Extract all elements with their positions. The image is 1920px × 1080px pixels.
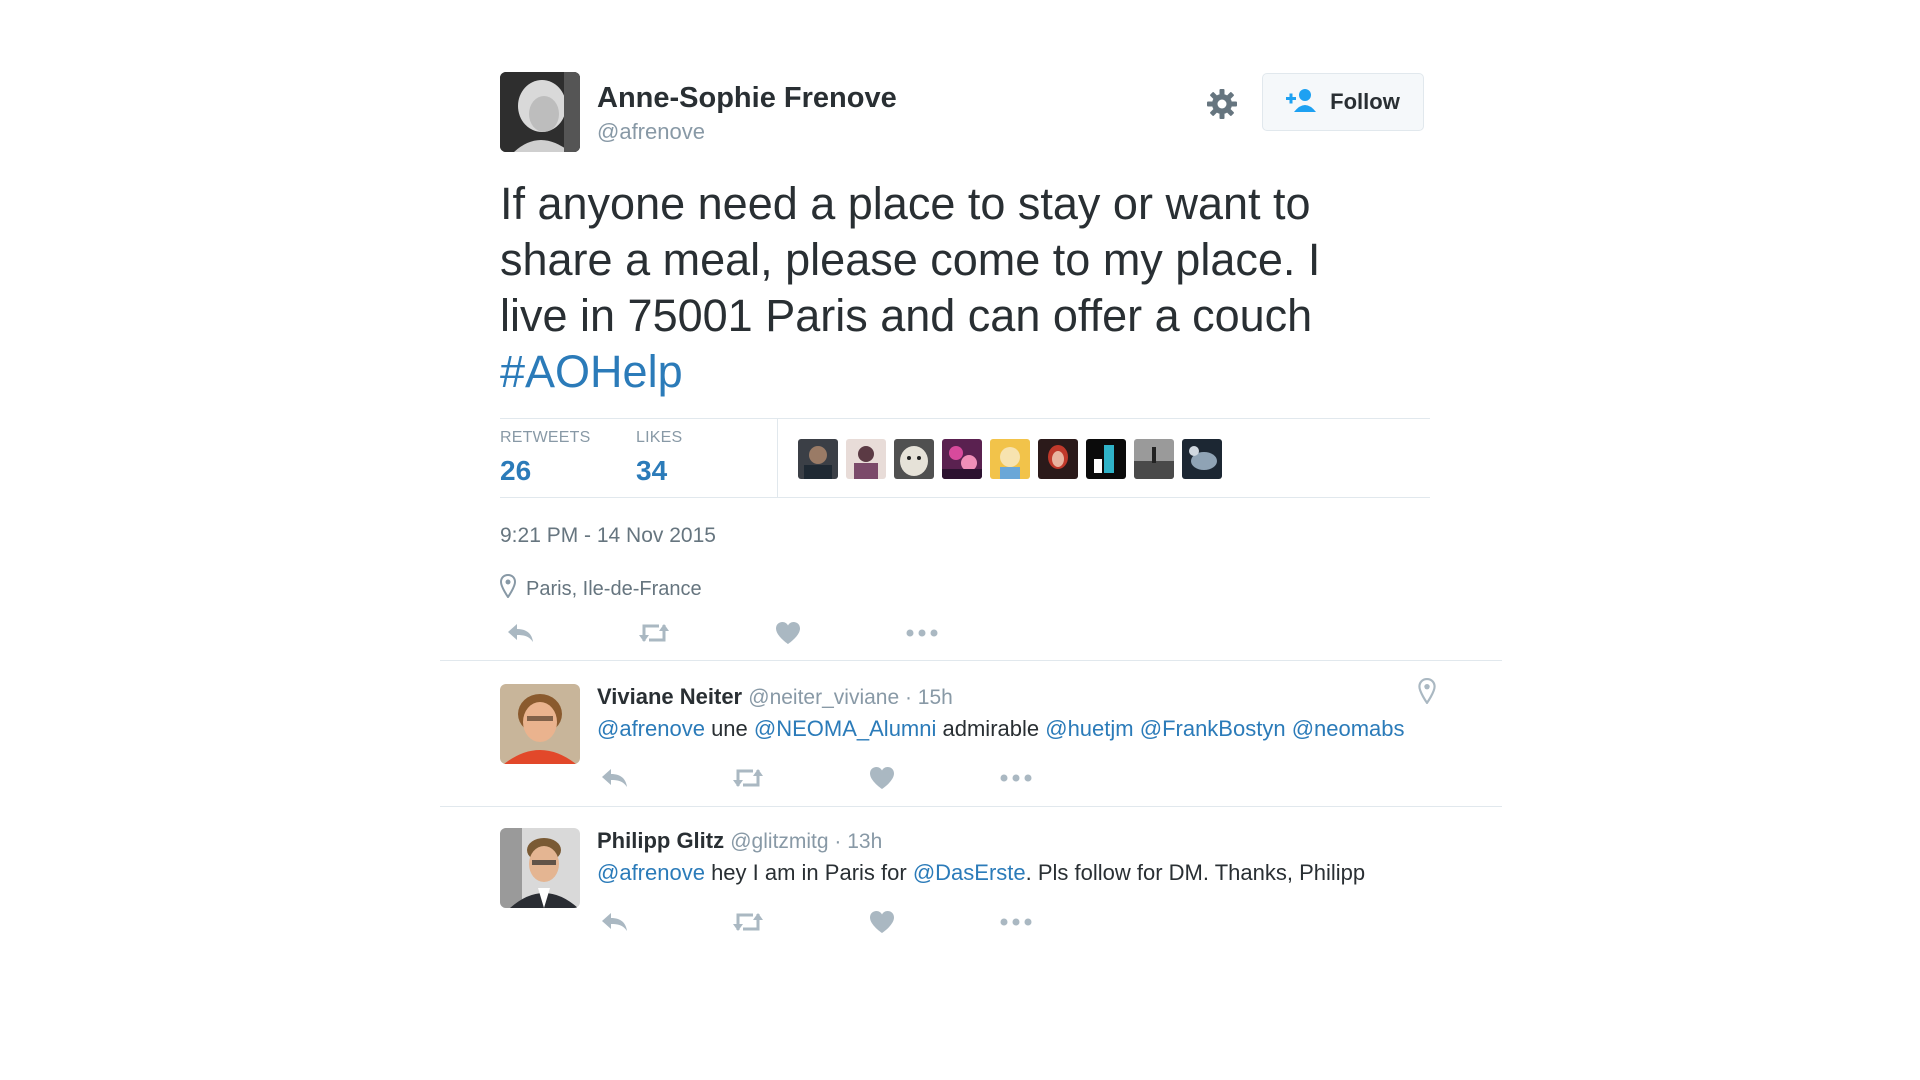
reply-header: Philipp Glitz @glitzmitg · 13h bbox=[597, 828, 882, 854]
author-avatar[interactable] bbox=[500, 72, 580, 152]
stats-divider bbox=[777, 419, 778, 497]
liker-avatar[interactable] bbox=[1086, 439, 1126, 479]
reply-actions bbox=[597, 763, 1033, 793]
reply-text-segment: admirable bbox=[936, 716, 1046, 741]
liker-avatar[interactable] bbox=[798, 439, 838, 479]
main-tweet: Anne-Sophie Frenove @afrenove Follow If … bbox=[499, 72, 1430, 644]
mention-link[interactable]: @FrankBostyn bbox=[1140, 716, 1286, 741]
location-pin-icon bbox=[499, 573, 517, 604]
divider bbox=[440, 806, 1502, 807]
more-icon[interactable] bbox=[999, 763, 1033, 793]
reply-meta[interactable]: @neiter_viviane · 15h bbox=[748, 686, 953, 709]
main-tweet-actions bbox=[503, 618, 939, 648]
retweet-icon[interactable] bbox=[731, 763, 765, 793]
more-icon[interactable] bbox=[905, 618, 939, 648]
reply-header: Viviane Neiter @neiter_viviane · 15h bbox=[597, 684, 953, 710]
reply-text-segment: une bbox=[704, 716, 754, 741]
author-handle[interactable]: @afrenove bbox=[597, 119, 705, 145]
retweets-count: 26 bbox=[500, 455, 532, 486]
tweet-text-line: live in 75001 Paris and can offer a couc… bbox=[500, 290, 1313, 341]
liker-avatars bbox=[798, 439, 1222, 479]
page: Anne-Sophie Frenove @afrenove Follow If … bbox=[0, 0, 1920, 1080]
liker-avatar[interactable] bbox=[1134, 439, 1174, 479]
likes-label: LIKES bbox=[636, 429, 683, 446]
reply-icon[interactable] bbox=[503, 618, 537, 648]
mention-link[interactable]: @NEOMA_Alumni bbox=[754, 716, 937, 741]
like-icon[interactable] bbox=[865, 907, 899, 937]
like-icon[interactable] bbox=[865, 763, 899, 793]
mention-link[interactable]: @afrenove bbox=[597, 716, 705, 741]
more-icon[interactable] bbox=[999, 907, 1033, 937]
reply-icon[interactable] bbox=[597, 763, 631, 793]
reply-author-name[interactable]: Philipp Glitz bbox=[597, 828, 724, 853]
mention-link[interactable]: @DasErste bbox=[913, 860, 1026, 885]
liker-avatar[interactable] bbox=[846, 439, 886, 479]
reply-actions bbox=[597, 907, 1033, 937]
reply-text: @afrenove une @NEOMA_Alumni admirable @h… bbox=[597, 716, 1405, 742]
retweets-label: RETWEETS bbox=[500, 429, 591, 446]
liker-avatar[interactable] bbox=[1182, 439, 1222, 479]
tweet-stats: RETWEETS 26 LIKES 34 bbox=[500, 418, 1430, 498]
reply-text-segment: . Pls follow for DM. Thanks, Philipp bbox=[1025, 860, 1366, 885]
tweet-location[interactable]: Paris, Ile-de-France bbox=[499, 573, 702, 604]
reply-avatar[interactable] bbox=[500, 828, 580, 908]
author-row: Anne-Sophie Frenove @afrenove Follow bbox=[500, 72, 1430, 152]
reply-author-name[interactable]: Viviane Neiter bbox=[597, 684, 742, 709]
retweet-icon[interactable] bbox=[637, 618, 671, 648]
follow-person-icon bbox=[1286, 88, 1318, 117]
reply-text: @afrenove hey I am in Paris for @DasErst… bbox=[597, 860, 1365, 886]
likes-count: 34 bbox=[636, 455, 668, 486]
mention-link[interactable]: @neomabs bbox=[1292, 716, 1405, 741]
liker-avatar[interactable] bbox=[942, 439, 982, 479]
follow-button-label: Follow bbox=[1330, 89, 1400, 114]
author-name[interactable]: Anne-Sophie Frenove bbox=[597, 82, 897, 115]
like-icon[interactable] bbox=[771, 618, 805, 648]
reply-icon[interactable] bbox=[597, 907, 631, 937]
reply-avatar[interactable] bbox=[500, 684, 580, 764]
follow-button[interactable]: Follow bbox=[1262, 73, 1424, 131]
hashtag-link[interactable]: #AOHelp bbox=[500, 346, 683, 397]
mention-link[interactable]: @huetjm bbox=[1045, 716, 1133, 741]
tweet-text-line: share a meal, please come to my place. I bbox=[500, 234, 1321, 285]
tweet-text-line: If anyone need a place to stay or want t… bbox=[500, 178, 1311, 229]
liker-avatar[interactable] bbox=[1038, 439, 1078, 479]
tweet-timestamp[interactable]: 9:21 PM - 14 Nov 2015 bbox=[500, 524, 716, 548]
reply-meta[interactable]: @glitzmitg · 13h bbox=[730, 830, 882, 853]
tweet-text: If anyone need a place to stay or want t… bbox=[500, 176, 1400, 400]
location-label: Paris, Ile-de-France bbox=[526, 577, 702, 600]
divider bbox=[440, 660, 1502, 661]
reply-text-segment: hey I am in Paris for bbox=[704, 860, 913, 885]
gear-icon[interactable] bbox=[1205, 87, 1239, 121]
liker-avatar[interactable] bbox=[990, 439, 1030, 479]
location-pin-icon[interactable] bbox=[1418, 677, 1436, 705]
retweets-stat[interactable]: RETWEETS 26 bbox=[500, 429, 591, 487]
mention-link[interactable]: @afrenove bbox=[597, 860, 705, 885]
retweet-icon[interactable] bbox=[731, 907, 765, 937]
likes-stat[interactable]: LIKES 34 bbox=[636, 429, 682, 487]
liker-avatar[interactable] bbox=[894, 439, 934, 479]
